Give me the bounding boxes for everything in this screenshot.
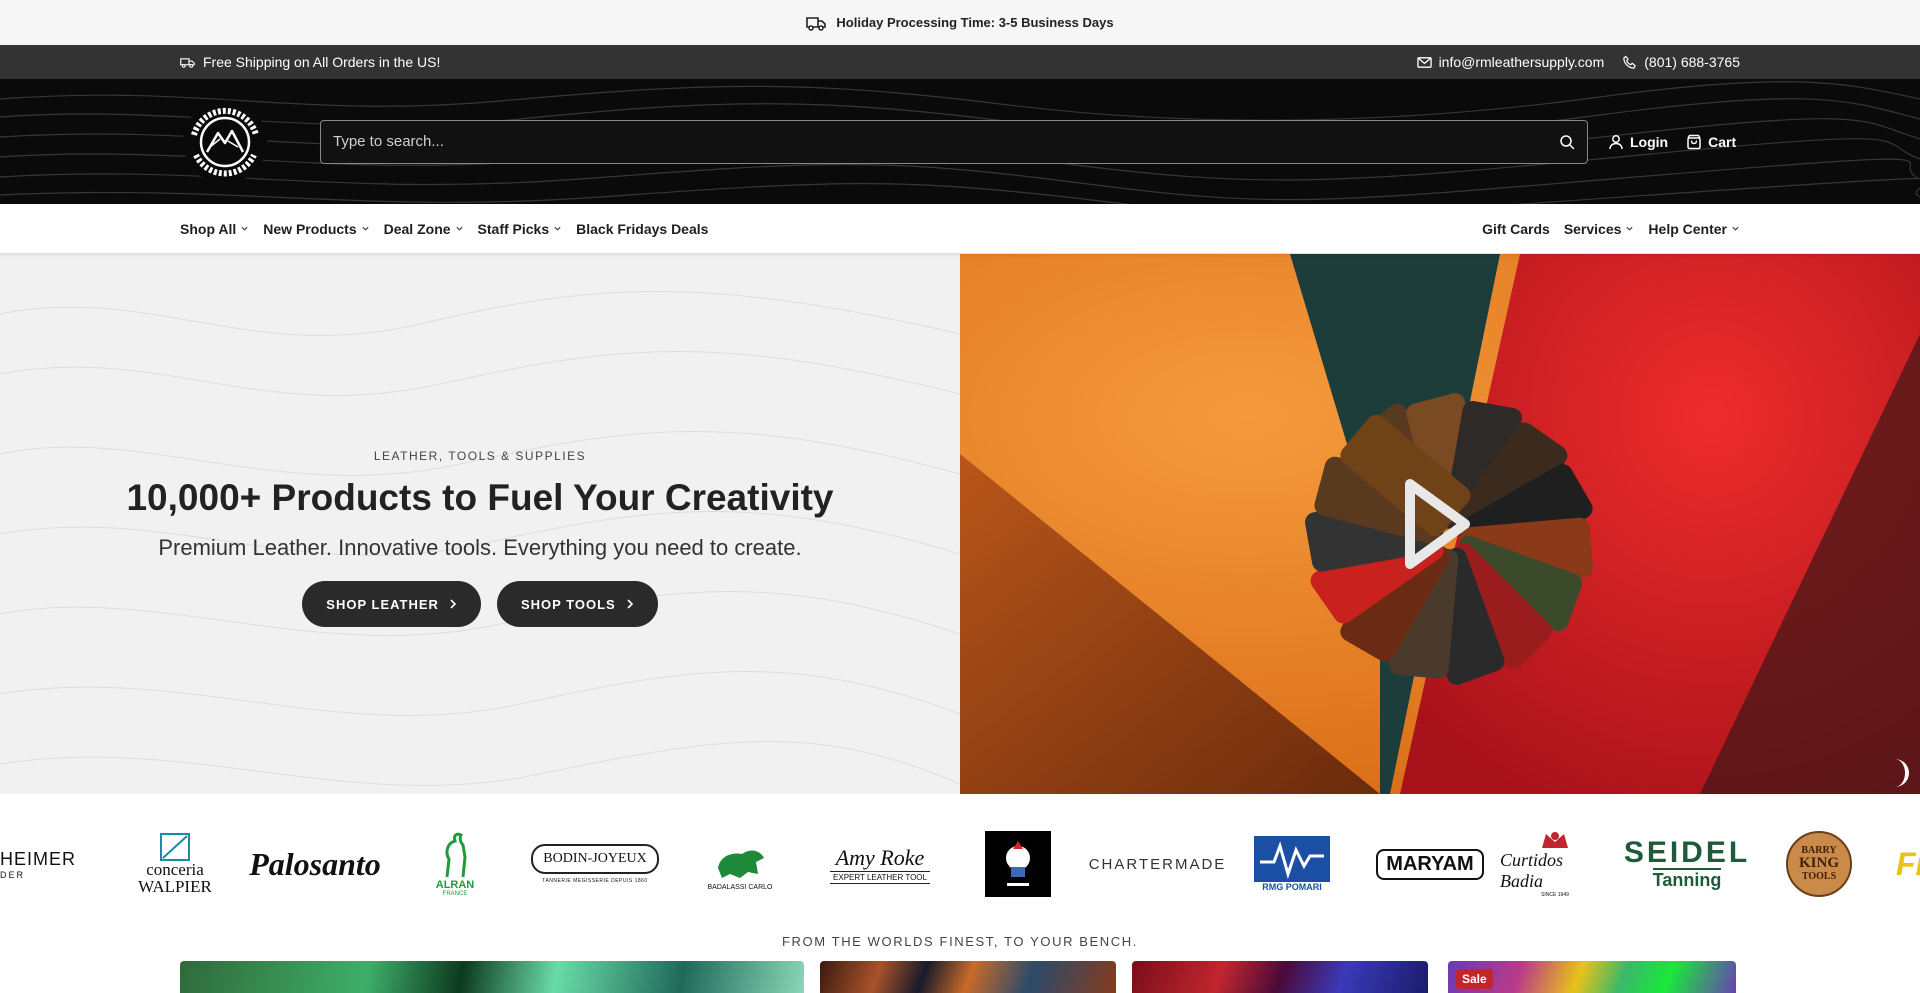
brand-logo-bodin-joyeux[interactable]: BODIN-JOYEUX TANNERIE MEGISSERIE DEPUIS … <box>525 824 665 904</box>
nav-gift-cards[interactable]: Gift Cards <box>1482 221 1550 237</box>
brand-logo-la-rooster[interactable] <box>985 824 1051 904</box>
announcement-bar: Holiday Processing Time: 3-5 Business Da… <box>0 0 1920 45</box>
walpier-mark-icon <box>160 833 190 861</box>
email-text: info@rmleathersupply.com <box>1438 54 1605 70</box>
free-shipping-text: Free Shipping on All Orders in the US! <box>203 54 441 70</box>
chevron-right-icon <box>627 599 633 609</box>
email-link[interactable]: info@rmleathersupply.com <box>1416 54 1605 70</box>
chevron-down-icon <box>362 226 369 231</box>
rocky-mountain-leather-supply-logo[interactable] <box>180 97 270 187</box>
nav-label: Black Fridays Deals <box>576 220 709 237</box>
brand-logo-palosanto[interactable]: Palosanto <box>245 824 385 904</box>
chevron-down-icon <box>554 226 561 231</box>
brand-logo-partial-right[interactable]: Fie <box>1896 824 1920 904</box>
delivery-truck-icon <box>806 16 827 31</box>
rooster-icon <box>985 831 1051 897</box>
category-tile-1[interactable] <box>180 961 804 993</box>
chevron-down-icon <box>1732 226 1739 231</box>
phone-link[interactable]: (801) 688-3765 <box>1622 54 1740 70</box>
login-label: Login <box>1630 133 1669 150</box>
chevron-right-icon <box>450 599 457 609</box>
shopping-bag-icon <box>1687 134 1701 149</box>
announcement-text: Holiday Processing Time: 3-5 Business Da… <box>836 15 1114 30</box>
brand-logo-badalassi[interactable]: BADALASSI CARLO <box>695 824 785 904</box>
brand-logo-alran[interactable]: ALRAN FRANCE <box>405 824 505 904</box>
brand-logo-amy-roke[interactable]: Amy Roke EXPERT LEATHER TOOL <box>825 824 935 904</box>
hero-eyebrow: LEATHER, TOOLS & SUPPLIES <box>373 449 587 463</box>
hero-title: 10,000+ Products to Fuel Your Creativity <box>126 477 834 518</box>
chevron-down-icon <box>241 226 248 231</box>
chevron-down-icon <box>455 226 463 231</box>
nav-deal-zone[interactable]: Deal Zone <box>384 221 464 237</box>
category-tile-4[interactable]: Sale <box>1448 961 1736 993</box>
topographic-background <box>0 291 960 786</box>
nav-staff-picks[interactable]: Staff Picks <box>478 221 563 237</box>
shop-tools-button[interactable]: SHOP TOOLS <box>496 581 658 627</box>
brand-logo-walpier[interactable]: conceria WALPIER <box>105 824 245 904</box>
phone-text: (801) 688-3765 <box>1644 54 1740 70</box>
cart-button[interactable]: Cart <box>1686 134 1736 150</box>
login-button[interactable]: Login <box>1608 134 1668 150</box>
cart-label: Cart <box>1708 133 1737 150</box>
brand-logo-maryam[interactable]: MARYAM <box>1376 824 1484 904</box>
nav-services[interactable]: Services <box>1564 221 1635 237</box>
nav-label: Deal Zone <box>383 220 451 237</box>
brand-logos-carousel: HEIMER DER conceria WALPIER Palosanto AL… <box>0 794 1920 934</box>
brand-logo-partial-left[interactable]: HEIMER DER <box>0 824 75 904</box>
nav-label: Help Center <box>1648 220 1727 237</box>
nav-label: Shop All <box>180 220 237 237</box>
search-input[interactable] <box>333 133 1559 150</box>
hero-subtitle: Premium Leather. Innovative tools. Every… <box>158 535 802 560</box>
rmg-wave-icon <box>1254 836 1330 882</box>
nav-label: New Products <box>263 220 357 237</box>
category-tile-2[interactable] <box>820 961 1116 993</box>
hero-text-panel: LEATHER, TOOLS & SUPPLIES 10,000+ Produc… <box>0 254 960 794</box>
sale-badge: Sale <box>1456 969 1493 989</box>
crest-icon <box>1542 832 1568 848</box>
search-bar[interactable] <box>320 119 1588 164</box>
shop-leather-button[interactable]: SHOP LEATHER <box>302 581 481 627</box>
site-header: Login Cart <box>0 79 1920 204</box>
search-icon[interactable] <box>1559 134 1575 150</box>
goat-icon <box>445 832 467 878</box>
chevron-down-icon <box>1626 226 1634 231</box>
shipping-truck-icon <box>180 57 195 68</box>
hero-section: LEATHER, TOOLS & SUPPLIES 10,000+ Produc… <box>0 254 1920 794</box>
nav-help-center[interactable]: Help Center <box>1648 221 1740 237</box>
brands-tagline: FROM THE WORLDS FINEST, TO YOUR BENCH. <box>782 934 1138 949</box>
hero-video[interactable] <box>960 254 1920 794</box>
nav-label: Gift Cards <box>1482 220 1550 237</box>
brand-logo-barry-king-tools[interactable]: BARRY KING TOOLS <box>1786 824 1852 904</box>
mail-icon <box>1416 56 1432 68</box>
brand-logo-seidel[interactable]: SEIDEL Tanning <box>1624 824 1747 904</box>
user-icon <box>1609 134 1623 149</box>
phone-icon <box>1623 55 1636 69</box>
brand-logo-rmg-pomari[interactable]: RMG POMARI <box>1254 824 1330 904</box>
nav-new-products[interactable]: New Products <box>263 221 369 237</box>
nav-label: Staff Picks <box>477 220 550 237</box>
main-navigation: Shop All New Products Deal Zone Staff Pi… <box>0 204 1920 254</box>
leather-swatches-image <box>960 254 1920 794</box>
brand-logo-chartermade[interactable]: CHARTERMADE <box>1089 824 1225 904</box>
nav-label: Services <box>1563 220 1622 237</box>
button-label: SHOP TOOLS <box>520 596 616 612</box>
button-label: SHOP LEATHER <box>326 596 439 612</box>
bull-icon <box>718 850 764 878</box>
utility-bar: Free Shipping on All Orders in the US! i… <box>0 45 1920 79</box>
nav-shop-all[interactable]: Shop All <box>180 221 249 237</box>
nav-black-friday-deals[interactable]: Black Fridays Deals <box>576 221 708 237</box>
category-tile-3[interactable] <box>1132 961 1428 993</box>
brand-logo-curtidos-badia[interactable]: Curtidos Badia SINCE 1949 <box>1500 824 1610 904</box>
